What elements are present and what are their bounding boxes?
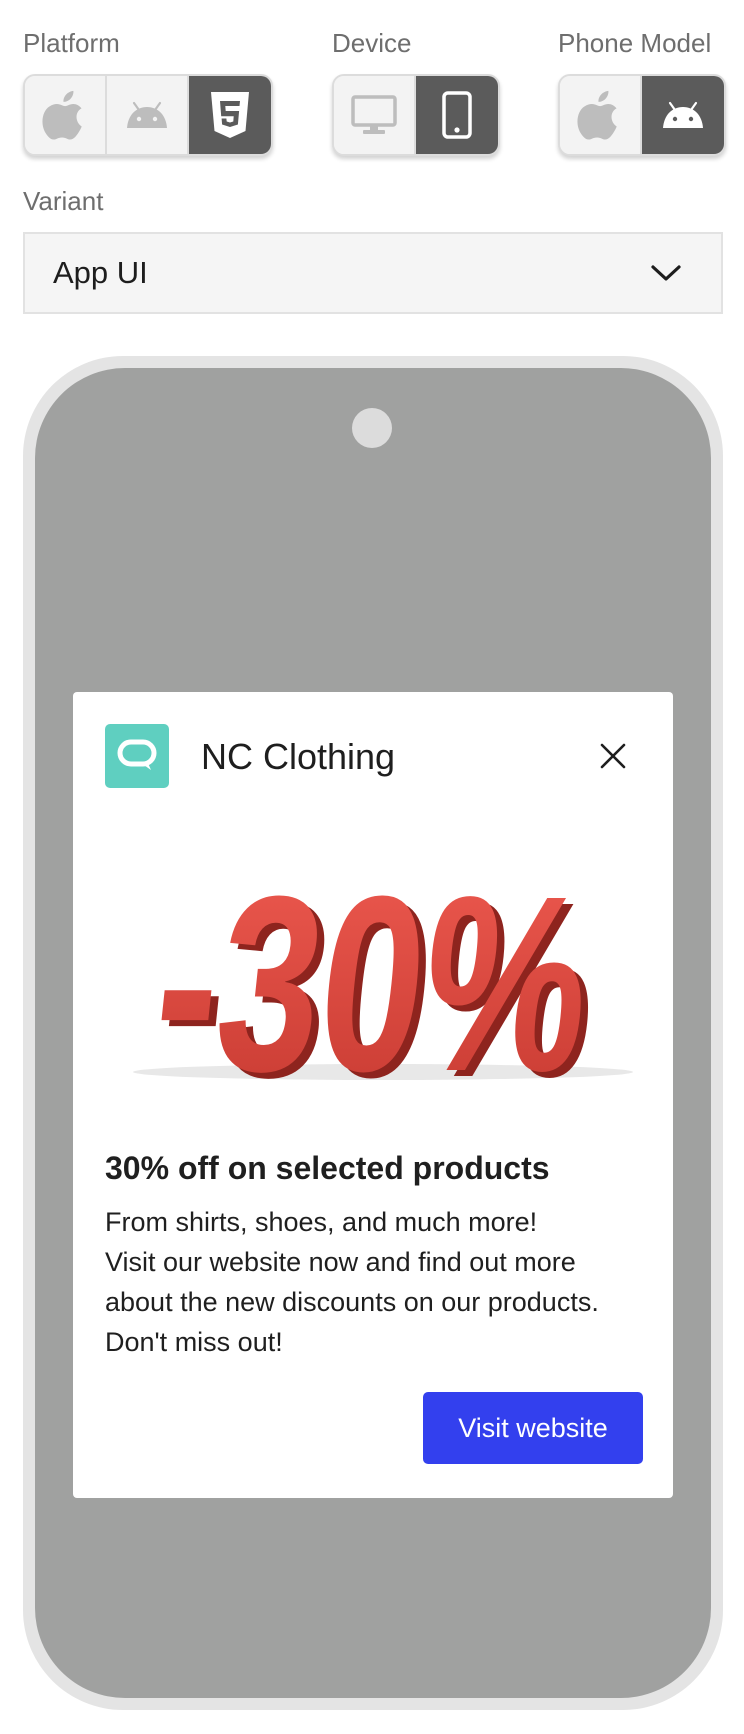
discount-text: -30% [143,845,602,1102]
variant-value: App UI [53,255,148,290]
discount-banner-image: -30% -30% [133,845,633,1102]
android-icon [127,101,167,128]
variant-label: Variant [23,186,104,216]
device-desktop-button[interactable] [334,76,416,154]
device-selector [332,74,500,156]
message-headline: 30% off on selected products [105,1150,550,1186]
android-icon [663,101,703,128]
variant-select[interactable]: App UI [23,232,723,314]
close-button[interactable] [593,736,633,776]
in-app-message-card: NC Clothing -30% -30% 30% off on selecte… [73,692,673,1498]
platform-label: Platform [23,28,120,58]
phone-camera [352,408,392,448]
message-body-line: From shirts, shoes, and much more! [105,1207,538,1237]
app-icon [105,724,169,788]
mobile-phone-icon [442,91,472,139]
phone-model-android-button[interactable] [642,76,724,154]
html5-icon [211,92,249,138]
message-body-line: about the new discounts on our products. [105,1287,599,1317]
chevron-down-icon [651,265,681,281]
platform-ios-button[interactable] [25,76,107,154]
chat-bubble-icon [117,739,157,770]
desktop-icon [351,95,397,134]
phone-model-iphone-button[interactable] [560,76,642,154]
message-body-line: Visit our website now and find out more [105,1247,576,1277]
close-icon [600,743,626,769]
apple-icon [42,90,82,140]
app-name: NC Clothing [201,736,396,777]
platform-android-button[interactable] [107,76,189,154]
phone-model-selector [558,74,726,156]
visit-website-button[interactable]: Visit website [423,1392,643,1464]
phone-model-label: Phone Model [558,28,712,58]
device-mobile-button[interactable] [416,76,498,154]
apple-icon [577,90,617,140]
message-body: From shirts, shoes, and much more! Visit… [105,1202,645,1362]
device-label: Device [332,28,412,58]
phone-preview: NC Clothing -30% -30% 30% off on selecte… [23,356,723,1710]
platform-selector [23,74,273,156]
message-body-line: Don't miss out! [105,1327,283,1357]
platform-web-button[interactable] [189,76,271,154]
phone-screen: NC Clothing -30% -30% 30% off on selecte… [35,368,711,1698]
